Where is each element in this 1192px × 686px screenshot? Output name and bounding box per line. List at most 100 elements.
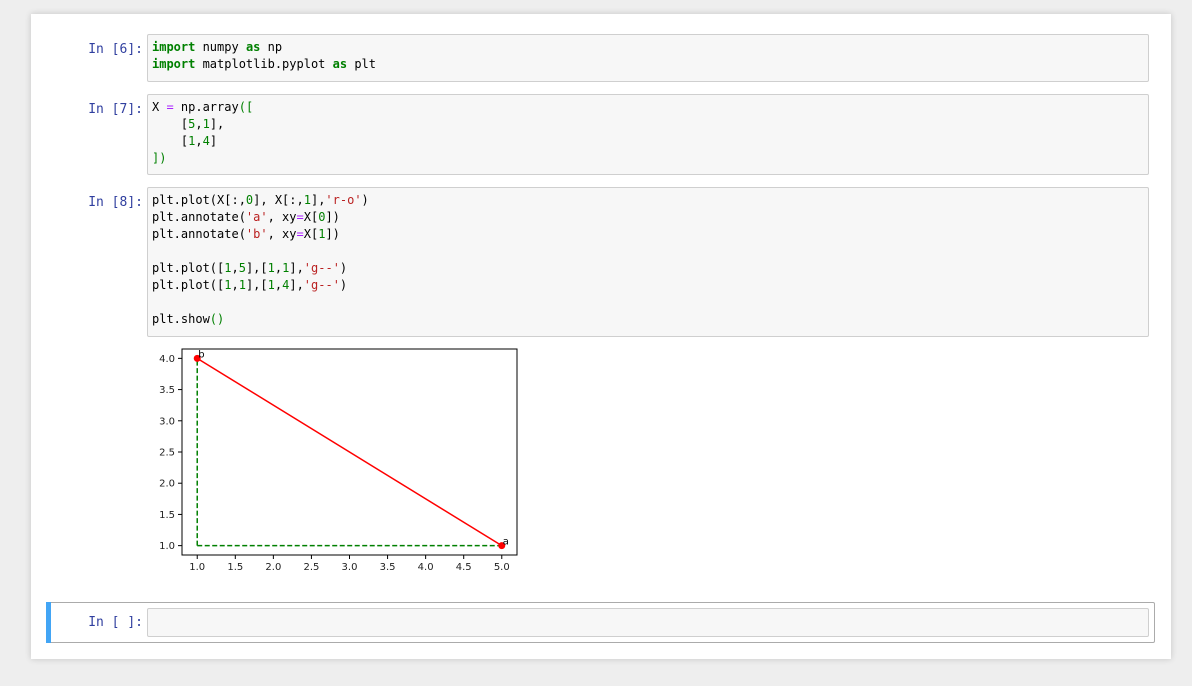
code-token: = [296,227,304,241]
code-token: 5 [238,261,246,275]
y-tick-label: 2.0 [159,479,175,490]
code-token: 4 [202,134,210,148]
code-token: ]) [325,227,340,241]
code-token: , xy [267,210,297,224]
code-line: plt.plot([1,1],[1,4],'g--') [152,277,1144,294]
code-token: numpy [195,40,246,54]
y-tick-label: 1.5 [159,510,175,521]
code-text: import numpy as np import matplotlib.pypl… [148,35,1148,77]
x-tick-label: 2.5 [303,562,319,573]
code-token: ], [310,193,326,207]
y-tick-label: 3.5 [159,385,175,396]
cell-prompt: In [ ]: [88,615,143,630]
code-token: plt.annotate( [152,227,246,241]
code-token: plt.plot(X[:, [152,193,246,207]
line-chart: 1.0 1.5 2.0 2.5 3.0 3.5 4.0 4.5 5.0 1.0 1.5 2.0 2.5 3… [159,348,518,573]
y-tick-label: 1.0 [159,541,175,552]
code-token: 'a' [245,210,268,224]
code-token: matplotlib.pyplot [195,57,333,71]
code-token: as [245,40,261,54]
cell-prompt: In [7]: [88,102,143,117]
code-token: 'g--' [303,261,340,275]
x-tick-label: 5.0 [494,562,510,573]
code-token: 'r-o' [325,193,362,207]
code-line: [5,1], [152,116,1144,133]
code-token: X [152,100,167,114]
code-token: ]) [152,151,167,165]
y-tick-label: 4.0 [159,354,175,365]
x-tick-label: 3.0 [342,562,358,573]
code-token: 1 [303,193,311,207]
code-token: 'g--' [303,278,340,292]
code-line: [1,4] [152,133,1144,150]
code-line: import numpy as np [152,39,1144,56]
code-token: ] [209,134,218,148]
code-token: X[ [303,227,319,241]
code-token: ],[ [245,278,268,292]
code-token: , [195,134,203,148]
code-token: ) [361,193,369,207]
code-input-8[interactable]: plt.plot(X[:,0], X[:,1],'r-o') plt.annota… [147,187,1149,337]
code-input-6[interactable]: import numpy as np import matplotlib.pypl… [147,34,1149,82]
code-token: , [195,117,203,131]
code-token: [ [152,117,189,131]
code-token: plt [347,57,376,71]
code-token: ], [289,261,304,275]
code-line: X = np.array([ [152,99,1144,116]
code-line: plt.annotate('a', xy=X[0]) [152,209,1144,226]
code-text: X = np.array([ [5,1], [1,4]]) [148,95,1148,171]
code-line: plt.show() [152,311,1144,328]
code-input-7[interactable]: X = np.array([ [5,1], [1,4]]) [147,94,1149,175]
code-token: ], [289,278,304,292]
code-token: , [231,278,239,292]
code-line: import matplotlib.pyplot as plt [152,56,1144,73]
code-token: X[ [303,210,319,224]
code-token: ]) [325,210,340,224]
x-tick-label: 4.0 [418,562,434,573]
code-token: 1 [267,278,275,292]
x-tick-label: 2.0 [265,562,281,573]
code-token: plt.show [152,312,210,326]
code-token: ([ [238,100,254,114]
code-token: ], [209,117,225,131]
code-token: 1 [202,117,210,131]
code-text: plt.plot(X[:,0], X[:,1],'r-o') plt.annota… [148,188,1148,332]
x-tick-label: 1.0 [189,562,205,573]
code-token: ],[ [245,261,268,275]
code-line: plt.annotate('b', xy=X[1]) [152,226,1144,243]
x-tick-label: 4.5 [456,562,472,573]
y-tick-label: 3.0 [159,416,175,427]
annotation-label: a [503,537,509,548]
notebook-container: In [6]: import numpy as np import matplot… [31,14,1171,659]
x-tick-label: 1.5 [227,562,243,573]
code-line: plt.plot(X[:,0], X[:,1],'r-o') [152,192,1144,209]
code-token: 1 [238,278,246,292]
code-token: ) [339,261,348,275]
code-line: plt.plot([1,5],[1,1],'g--') [152,260,1144,277]
code-token: , xy [267,227,297,241]
code-token: = [166,100,174,114]
code-token: [ [152,134,189,148]
cell-prompt: In [8]: [88,195,143,210]
code-token: 1 [267,261,275,275]
code-token: plt.annotate( [152,210,246,224]
output-plot: 1.0 1.5 2.0 2.5 3.0 3.5 4.0 4.5 5.0 1.0 1.5 2.0 2.5 3… [147,344,527,589]
code-token: () [209,312,225,326]
cell-prompt: In [6]: [88,42,143,57]
code-token: as [332,57,348,71]
code-token: , [231,261,239,275]
code-token: import [152,40,196,54]
x-tick-label: 3.5 [380,562,396,573]
empty-code-input[interactable] [147,608,1149,637]
annotation-label: b [198,349,204,360]
code-token: = [296,210,304,224]
code-token: plt.plot([ [152,261,225,275]
code-token: np.array [173,100,239,114]
y-tick-label: 2.5 [159,448,175,459]
code-token: ) [339,278,348,292]
code-line: ]) [152,150,1144,167]
code-token: plt.plot([ [152,278,225,292]
code-token: np [260,40,283,54]
